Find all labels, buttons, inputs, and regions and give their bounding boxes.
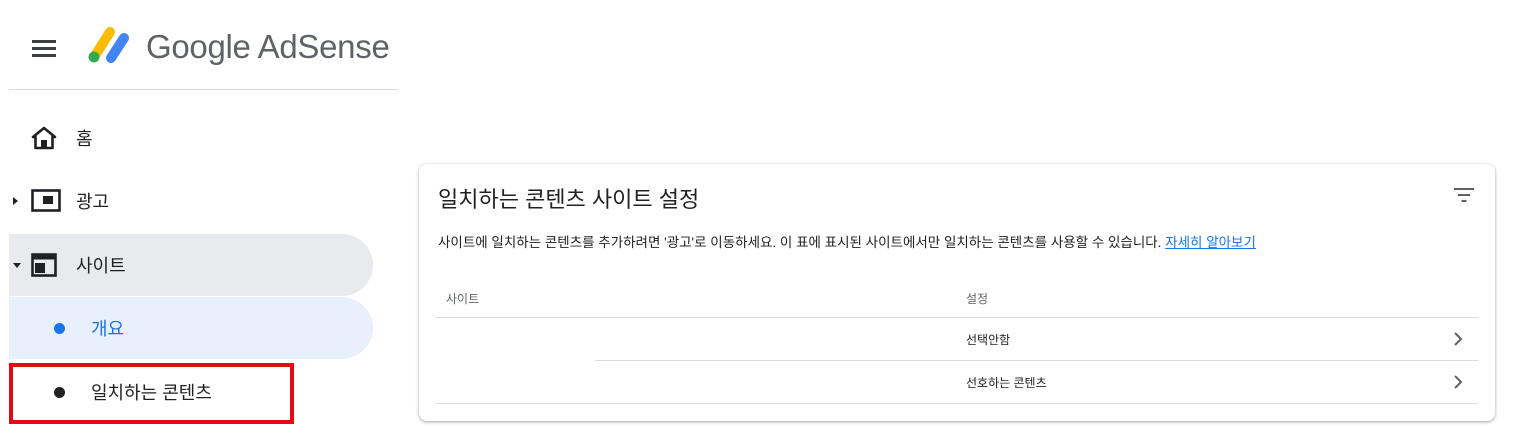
setting-value: 선택안함 <box>966 333 1011 347</box>
setting-value: 선호하는 콘텐츠 <box>966 376 1047 390</box>
learn-more-link[interactable]: 자세히 알아보기 <box>1165 235 1256 250</box>
matched-content-settings-card: 일치하는 콘텐츠 사이트 설정 사이트에 일치하는 콘텐츠를 추가하려면 '광고… <box>419 164 1495 421</box>
caret-down-icon[interactable] <box>13 263 21 268</box>
column-header-setting[interactable]: 설정 <box>966 290 988 307</box>
bullet-icon <box>54 323 65 334</box>
sidebar-item-label: 홈 <box>76 129 93 149</box>
sidebar-item-label: 광고 <box>76 192 110 212</box>
card-description: 사이트에 일치하는 콘텐츠를 추가하려면 '광고'로 이동하세요. 이 표에 표… <box>438 231 1256 251</box>
chevron-right-icon[interactable] <box>1452 331 1464 347</box>
sidebar-item-home[interactable]: 홈 <box>9 107 373 169</box>
logo-text: Google AdSense <box>146 28 390 65</box>
sidebar-item-ads[interactable]: 광고 <box>9 170 373 232</box>
highlight-annotation-box <box>9 363 294 424</box>
filter-icon[interactable] <box>1453 186 1475 204</box>
sidebar-item-label: 사이트 <box>76 256 126 276</box>
table-row[interactable]: 선택안함 <box>595 318 1478 360</box>
table-row[interactable]: 선호하는 콘텐츠 <box>595 361 1478 403</box>
sidebar-item-sites[interactable]: 사이트 <box>9 234 373 296</box>
home-icon <box>31 126 57 150</box>
chevron-right-icon[interactable] <box>1452 374 1464 390</box>
sidebar-item-label: 개요 <box>91 319 125 339</box>
card-title: 일치하는 콘텐츠 사이트 설정 <box>438 187 700 212</box>
description-text: 사이트에 일치하는 콘텐츠를 추가하려면 '광고'로 이동하세요. 이 표에 표… <box>438 235 1166 250</box>
table-divider <box>436 403 1478 404</box>
header-divider <box>9 89 398 90</box>
menu-icon[interactable] <box>32 38 58 60</box>
sidebar-item-overview[interactable]: 개요 <box>9 297 373 359</box>
caret-right-icon[interactable] <box>13 197 18 205</box>
column-header-site[interactable]: 사이트 <box>446 290 479 307</box>
ads-icon <box>31 189 61 212</box>
sites-icon <box>31 253 57 277</box>
adsense-logo-icon <box>88 27 129 63</box>
